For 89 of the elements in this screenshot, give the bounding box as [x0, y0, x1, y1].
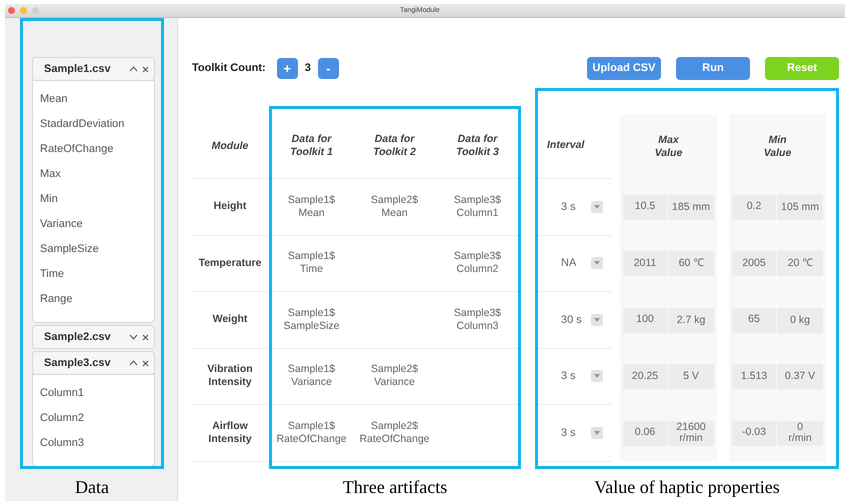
- unit-field[interactable]: 105 mm: [777, 194, 823, 220]
- table-cell-text: Sample2$ Mean: [370, 194, 420, 220]
- value-field[interactable]: 0.06: [623, 420, 667, 446]
- module-name: Weight: [212, 313, 248, 326]
- unit-field[interactable]: 185 mm: [668, 194, 714, 220]
- dropdown-button[interactable]: [591, 370, 603, 382]
- triangle-down-icon: [594, 430, 600, 435]
- file-item[interactable]: SampleSize: [40, 237, 154, 262]
- chevron-up-icon[interactable]: [129, 360, 138, 366]
- triangle-down-icon: [594, 261, 600, 266]
- module-name: Height: [212, 200, 248, 214]
- column-header: Min Value: [764, 134, 792, 160]
- decrement-button[interactable]: -: [318, 58, 339, 79]
- file-item[interactable]: Variance: [40, 212, 154, 237]
- unit-field[interactable]: 2.7 kg: [668, 308, 714, 333]
- chevron-up-icon[interactable]: [129, 66, 138, 72]
- interval-value: 3 s: [561, 369, 577, 384]
- value-field[interactable]: 2011: [623, 251, 667, 276]
- caption: Data: [75, 476, 109, 499]
- interval-value: 30 s: [561, 312, 583, 328]
- value-field[interactable]: 65: [732, 308, 776, 333]
- dropdown-button[interactable]: [591, 257, 603, 270]
- table-cell-text: Sample3$ Column1: [452, 194, 502, 220]
- table-cell-text: Sample1$ SampleSize: [282, 306, 341, 333]
- value-field[interactable]: 20.25: [623, 364, 667, 390]
- column-header: Data for Toolkit 2: [372, 133, 417, 159]
- unit-field[interactable]: 20 ℃: [777, 251, 823, 276]
- triangle-down-icon: [594, 374, 600, 378]
- close-icon[interactable]: [142, 360, 149, 366]
- file-item[interactable]: Column2: [40, 406, 154, 431]
- column-header: Interval: [546, 138, 584, 154]
- value-field[interactable]: -0.03: [732, 420, 776, 446]
- column-header: Module: [210, 140, 250, 152]
- unit-field[interactable]: 0.37 V: [777, 364, 823, 390]
- value-field[interactable]: 100: [623, 308, 667, 333]
- interval-value: 3 s: [561, 426, 577, 440]
- interval-value: NA: [561, 256, 578, 271]
- module-name: Airflow Intensity: [207, 420, 253, 446]
- unit-field[interactable]: 0 r/min: [777, 420, 823, 446]
- value-field[interactable]: 0.2: [732, 194, 776, 220]
- module-name: Temperature: [198, 256, 262, 270]
- unit-field[interactable]: 21600 r/min: [668, 420, 714, 446]
- file-item[interactable]: Column3: [40, 431, 154, 456]
- file-item[interactable]: StadardDeviation: [40, 112, 154, 137]
- unit-field[interactable]: 60 ℃: [668, 251, 714, 276]
- table-cell-text: Sample1$ RateOfChange: [275, 420, 348, 446]
- file-item[interactable]: Mean: [40, 87, 154, 112]
- dropdown-button[interactable]: [591, 200, 603, 213]
- table-cell-text: Sample3$ Column3: [452, 306, 502, 333]
- file-item[interactable]: Range: [40, 287, 154, 312]
- dropdown-button[interactable]: [591, 314, 603, 326]
- table-cell-text: Sample2$ Variance: [370, 363, 420, 390]
- close-icon[interactable]: [142, 334, 149, 340]
- unit-field[interactable]: 0 kg: [777, 308, 823, 333]
- interval-value: 3 s: [561, 200, 577, 214]
- close-icon[interactable]: [142, 66, 149, 72]
- toolkit-count: 3: [304, 61, 311, 76]
- file-item[interactable]: RateOfChange: [40, 137, 154, 162]
- column-header: Data for Toolkit 1: [289, 133, 334, 159]
- table-cell-text: Sample1$ Variance: [286, 363, 336, 390]
- file-header[interactable]: Sample1.csv: [32, 57, 155, 81]
- file-item[interactable]: Min: [40, 187, 154, 212]
- caption: Three artifacts: [342, 476, 448, 499]
- value-field[interactable]: 10.5: [623, 194, 667, 220]
- file-header[interactable]: Sample2.csv: [32, 325, 155, 349]
- table-cell-text: Sample2$ RateOfChange: [358, 420, 431, 446]
- file-header[interactable]: Sample3.csv: [32, 351, 155, 375]
- file-item[interactable]: Time: [40, 262, 154, 287]
- action-button[interactable]: Upload CSV: [587, 57, 661, 80]
- file-item[interactable]: Max: [40, 162, 154, 187]
- table-cell-text: Sample1$ Mean: [286, 194, 336, 220]
- caption: Value of haptic properties: [594, 476, 780, 499]
- column-header: Max Value: [654, 134, 682, 160]
- column-header: Data for Toolkit 3: [455, 133, 500, 159]
- increment-button[interactable]: +: [276, 58, 298, 79]
- chevron-down-icon[interactable]: [129, 334, 138, 340]
- window-control-icon[interactable]: [8, 7, 15, 14]
- file-item[interactable]: Column1: [40, 381, 154, 406]
- table-cell-text: Sample3$ Column2: [452, 250, 502, 276]
- triangle-down-icon: [594, 204, 600, 209]
- module-name: Vibration Intensity: [206, 363, 254, 390]
- triangle-down-icon: [594, 318, 600, 322]
- unit-field[interactable]: 5 V: [668, 364, 714, 390]
- table-cell-text: Sample1$ Time: [286, 250, 336, 276]
- value-field[interactable]: 1.513: [732, 364, 776, 390]
- toolkit-count-label: Toolkit Count:: [192, 61, 266, 76]
- action-button[interactable]: Run: [676, 57, 750, 80]
- dropdown-button[interactable]: [591, 426, 603, 439]
- value-field[interactable]: 2005: [732, 251, 776, 276]
